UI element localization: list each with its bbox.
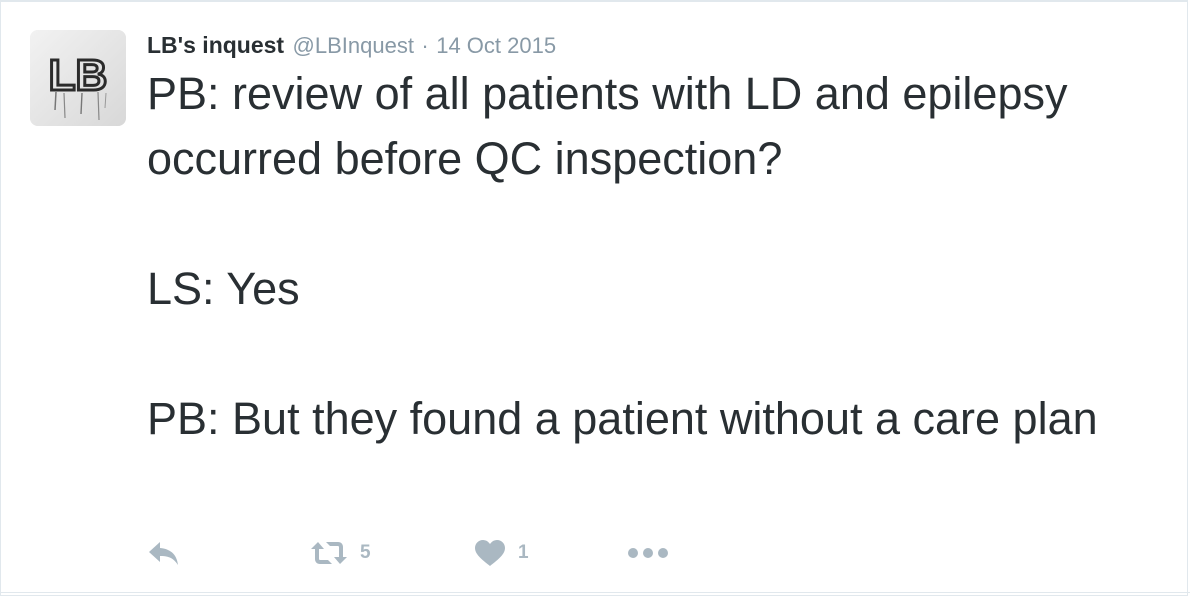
author-handle[interactable]: @LBInquest	[293, 33, 414, 58]
like-button[interactable]: 1	[474, 535, 529, 571]
retweet-count: 5	[360, 542, 371, 563]
tweet-text: PB: review of all patients with LD and e…	[147, 61, 1157, 451]
avatar[interactable]: LB	[30, 30, 126, 126]
tweet[interactable]: LB LB's inquest @LBInquest · 14 Oct 2015…	[0, 0, 1188, 592]
more-button[interactable]	[627, 535, 669, 571]
more-icon	[628, 548, 668, 558]
heart-icon	[475, 540, 505, 566]
like-count: 1	[518, 542, 529, 563]
retweet-button[interactable]: 5	[310, 535, 371, 571]
reply-button[interactable]	[147, 535, 181, 571]
header-separator: ·	[421, 33, 429, 58]
tweet-header: LB's inquest @LBInquest · 14 Oct 2015	[147, 31, 556, 63]
retweet-icon	[311, 542, 347, 564]
tweet-paragraph: PB: But they found a patient without a c…	[147, 393, 1098, 444]
author-display-name[interactable]: LB's inquest	[147, 32, 284, 58]
avatar-image: LB	[30, 30, 126, 126]
tweet-actions: 5 1	[147, 535, 747, 571]
tweet-date[interactable]: 14 Oct 2015	[436, 33, 556, 58]
reply-icon	[149, 542, 178, 565]
tweet-paragraph: LS: Yes	[147, 263, 300, 314]
bottom-divider	[0, 592, 1190, 593]
tweet-paragraph: PB: review of all patients with LD and e…	[147, 68, 1068, 184]
